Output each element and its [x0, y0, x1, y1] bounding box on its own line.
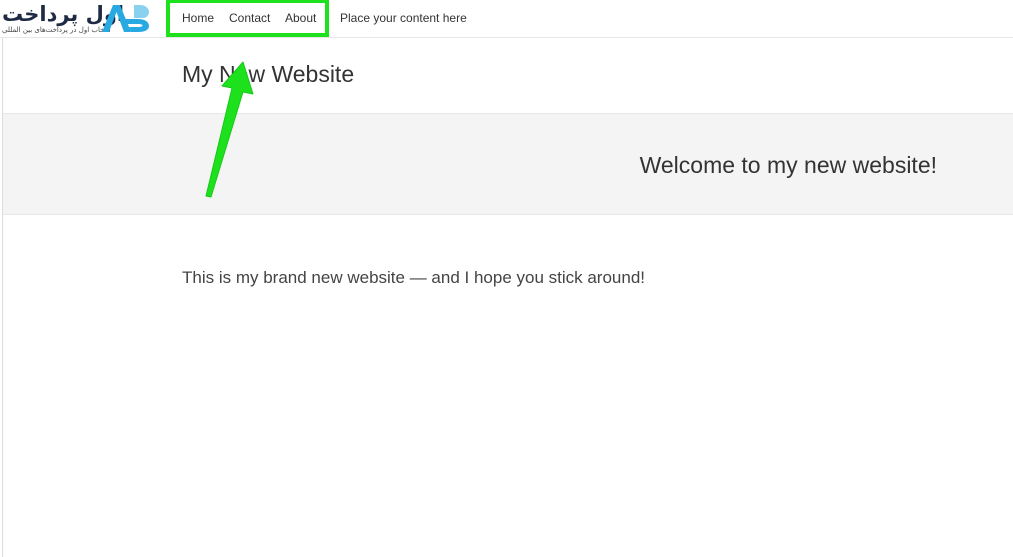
nav-home-link[interactable]: Home: [182, 11, 214, 25]
site-title: My New Website: [182, 61, 355, 87]
site-logo[interactable]: اول پرداخت انتخاب اول در پرداخت‌های بین …: [0, 0, 152, 37]
intro-paragraph: This is my brand new website — and I hop…: [182, 268, 646, 287]
hero-banner: Welcome to my new website!: [3, 113, 1013, 215]
top-navigation-bar: اول پرداخت انتخاب اول در پرداخت‌های بین …: [0, 0, 1013, 38]
hero-heading: Welcome to my new website!: [639, 152, 937, 178]
nav-about-link[interactable]: About: [285, 11, 316, 25]
nav-placeholder-text: Place your content here: [340, 11, 467, 25]
logo-tagline: انتخاب اول در پرداخت‌های بین المللی: [2, 26, 111, 34]
nav-contact-link[interactable]: Contact: [229, 11, 270, 25]
ap-logo-icon: [102, 5, 149, 32]
